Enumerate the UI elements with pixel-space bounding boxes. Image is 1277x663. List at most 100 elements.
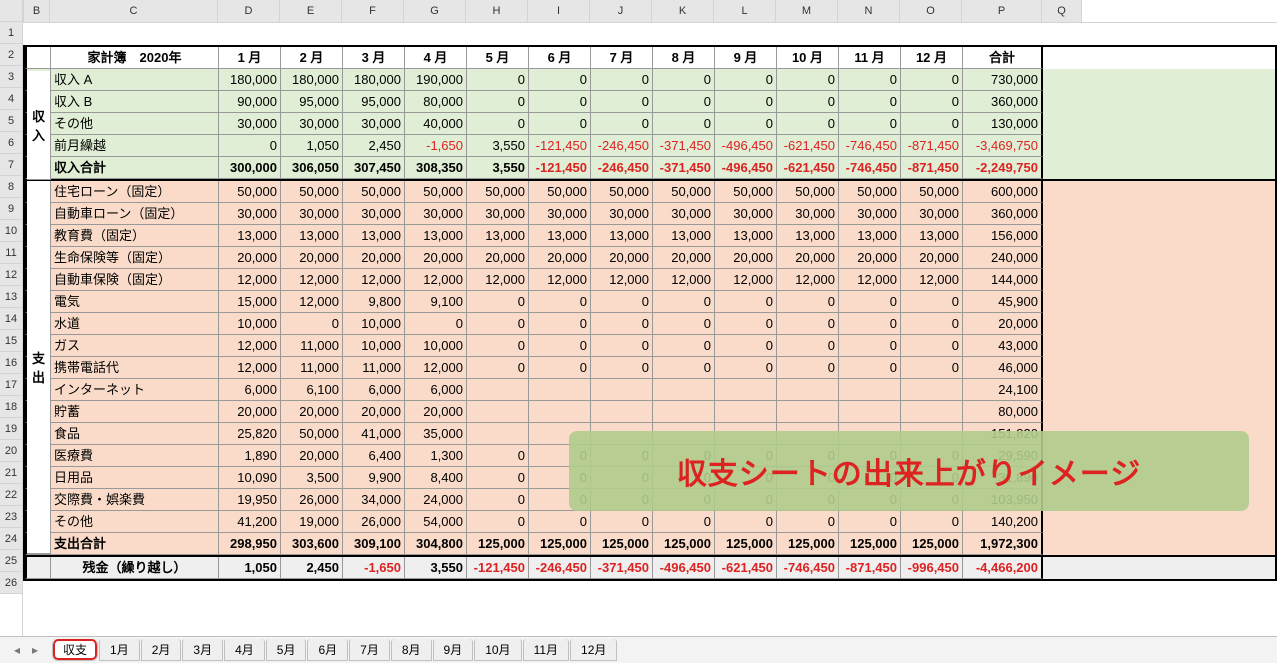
data-cell[interactable]: 12,000: [839, 269, 901, 291]
row-header[interactable]: 22: [0, 484, 22, 506]
data-cell[interactable]: 12,000: [219, 269, 281, 291]
data-cell[interactable]: 50,000: [219, 181, 281, 203]
balance-cell[interactable]: -246,450: [529, 557, 591, 579]
balance-cell[interactable]: -871,450: [839, 557, 901, 579]
data-cell[interactable]: [715, 401, 777, 423]
data-cell[interactable]: 50,000: [405, 181, 467, 203]
data-cell[interactable]: 0: [467, 91, 529, 113]
data-cell[interactable]: 24,000: [405, 489, 467, 511]
data-cell[interactable]: 0: [777, 313, 839, 335]
data-cell[interactable]: -621,450: [777, 157, 839, 179]
data-cell[interactable]: -1,650: [405, 135, 467, 157]
row-header[interactable]: 9: [0, 198, 22, 220]
data-cell[interactable]: 0: [777, 357, 839, 379]
data-cell[interactable]: 10,000: [343, 335, 405, 357]
data-cell[interactable]: 30,000: [777, 203, 839, 225]
row-header[interactable]: 17: [0, 374, 22, 396]
data-cell[interactable]: 10,090: [219, 467, 281, 489]
sheet-tab[interactable]: 3月: [182, 639, 223, 661]
data-cell[interactable]: 30,000: [281, 113, 343, 135]
data-cell[interactable]: 0: [715, 511, 777, 533]
data-cell[interactable]: 12,000: [777, 269, 839, 291]
data-cell[interactable]: [591, 401, 653, 423]
data-cell[interactable]: 180,000: [343, 69, 405, 91]
data-cell[interactable]: 1,890: [219, 445, 281, 467]
data-cell[interactable]: 0: [901, 113, 963, 135]
data-cell[interactable]: 54,000: [405, 511, 467, 533]
data-cell[interactable]: 0: [591, 91, 653, 113]
data-cell[interactable]: -246,450: [591, 157, 653, 179]
sheet-tab[interactable]: 5月: [266, 639, 307, 661]
row-header[interactable]: 20: [0, 440, 22, 462]
data-cell[interactable]: 307,450: [343, 157, 405, 179]
data-cell[interactable]: 0: [839, 91, 901, 113]
data-cell[interactable]: 0: [653, 91, 715, 113]
row-header[interactable]: 10: [0, 220, 22, 242]
data-cell[interactable]: 20,000: [219, 401, 281, 423]
data-cell[interactable]: 303,600: [281, 533, 343, 555]
data-cell[interactable]: 41,000: [343, 423, 405, 445]
data-cell[interactable]: 30,000: [901, 203, 963, 225]
data-cell[interactable]: 0: [777, 69, 839, 91]
data-cell[interactable]: 20,000: [901, 247, 963, 269]
data-cell[interactable]: 0: [591, 335, 653, 357]
data-cell[interactable]: 20,000: [529, 247, 591, 269]
row-header[interactable]: 24: [0, 528, 22, 550]
data-cell[interactable]: 0: [715, 357, 777, 379]
data-cell[interactable]: 13,000: [281, 225, 343, 247]
data-cell[interactable]: 0: [653, 335, 715, 357]
data-cell[interactable]: 0: [715, 69, 777, 91]
balance-cell[interactable]: 2,450: [281, 557, 343, 579]
col-header[interactable]: J: [590, 0, 652, 22]
data-cell[interactable]: [467, 379, 529, 401]
data-cell[interactable]: 19,950: [219, 489, 281, 511]
data-cell[interactable]: 0: [653, 113, 715, 135]
data-cell[interactable]: 0: [901, 357, 963, 379]
data-cell[interactable]: 190,000: [405, 69, 467, 91]
row-total-cell[interactable]: 144,000: [963, 269, 1043, 291]
data-cell[interactable]: 20,000: [839, 247, 901, 269]
sheet-tab[interactable]: 4月: [224, 639, 265, 661]
data-cell[interactable]: 0: [529, 511, 591, 533]
data-cell[interactable]: 0: [839, 335, 901, 357]
row-total-cell[interactable]: -2,249,750: [963, 157, 1043, 179]
data-cell[interactable]: 30,000: [839, 203, 901, 225]
data-cell[interactable]: 0: [591, 511, 653, 533]
data-cell[interactable]: 125,000: [529, 533, 591, 555]
row-total-cell[interactable]: 46,000: [963, 357, 1043, 379]
data-cell[interactable]: 50,000: [281, 181, 343, 203]
balance-total[interactable]: -4,466,200: [963, 557, 1043, 579]
data-cell[interactable]: 0: [591, 291, 653, 313]
data-cell[interactable]: 180,000: [219, 69, 281, 91]
row-total-cell[interactable]: 360,000: [963, 203, 1043, 225]
col-header[interactable]: G: [404, 0, 466, 22]
data-cell[interactable]: 20,000: [281, 247, 343, 269]
balance-cell[interactable]: -621,450: [715, 557, 777, 579]
data-cell[interactable]: 12,000: [715, 269, 777, 291]
row-total-cell[interactable]: 360,000: [963, 91, 1043, 113]
row-header[interactable]: 8: [0, 176, 22, 198]
data-cell[interactable]: 0: [777, 113, 839, 135]
row-header[interactable]: 18: [0, 396, 22, 418]
data-cell[interactable]: 50,000: [777, 181, 839, 203]
data-cell[interactable]: 0: [529, 313, 591, 335]
col-header[interactable]: P: [962, 0, 1042, 22]
balance-cell[interactable]: -121,450: [467, 557, 529, 579]
data-cell[interactable]: 1,050: [281, 135, 343, 157]
row-total-cell[interactable]: 140,200: [963, 511, 1043, 533]
data-cell[interactable]: 125,000: [839, 533, 901, 555]
data-cell[interactable]: 0: [591, 313, 653, 335]
balance-cell[interactable]: 3,550: [405, 557, 467, 579]
data-cell[interactable]: [467, 401, 529, 423]
data-cell[interactable]: 34,000: [343, 489, 405, 511]
data-cell[interactable]: 50,000: [529, 181, 591, 203]
data-cell[interactable]: 13,000: [529, 225, 591, 247]
data-cell[interactable]: 13,000: [219, 225, 281, 247]
sheet-tab[interactable]: 7月: [349, 639, 390, 661]
data-cell[interactable]: 0: [529, 113, 591, 135]
data-cell[interactable]: 0: [591, 69, 653, 91]
data-cell[interactable]: 11,000: [281, 335, 343, 357]
data-cell[interactable]: 13,000: [467, 225, 529, 247]
row-header[interactable]: 26: [0, 572, 22, 594]
data-cell[interactable]: 26,000: [281, 489, 343, 511]
